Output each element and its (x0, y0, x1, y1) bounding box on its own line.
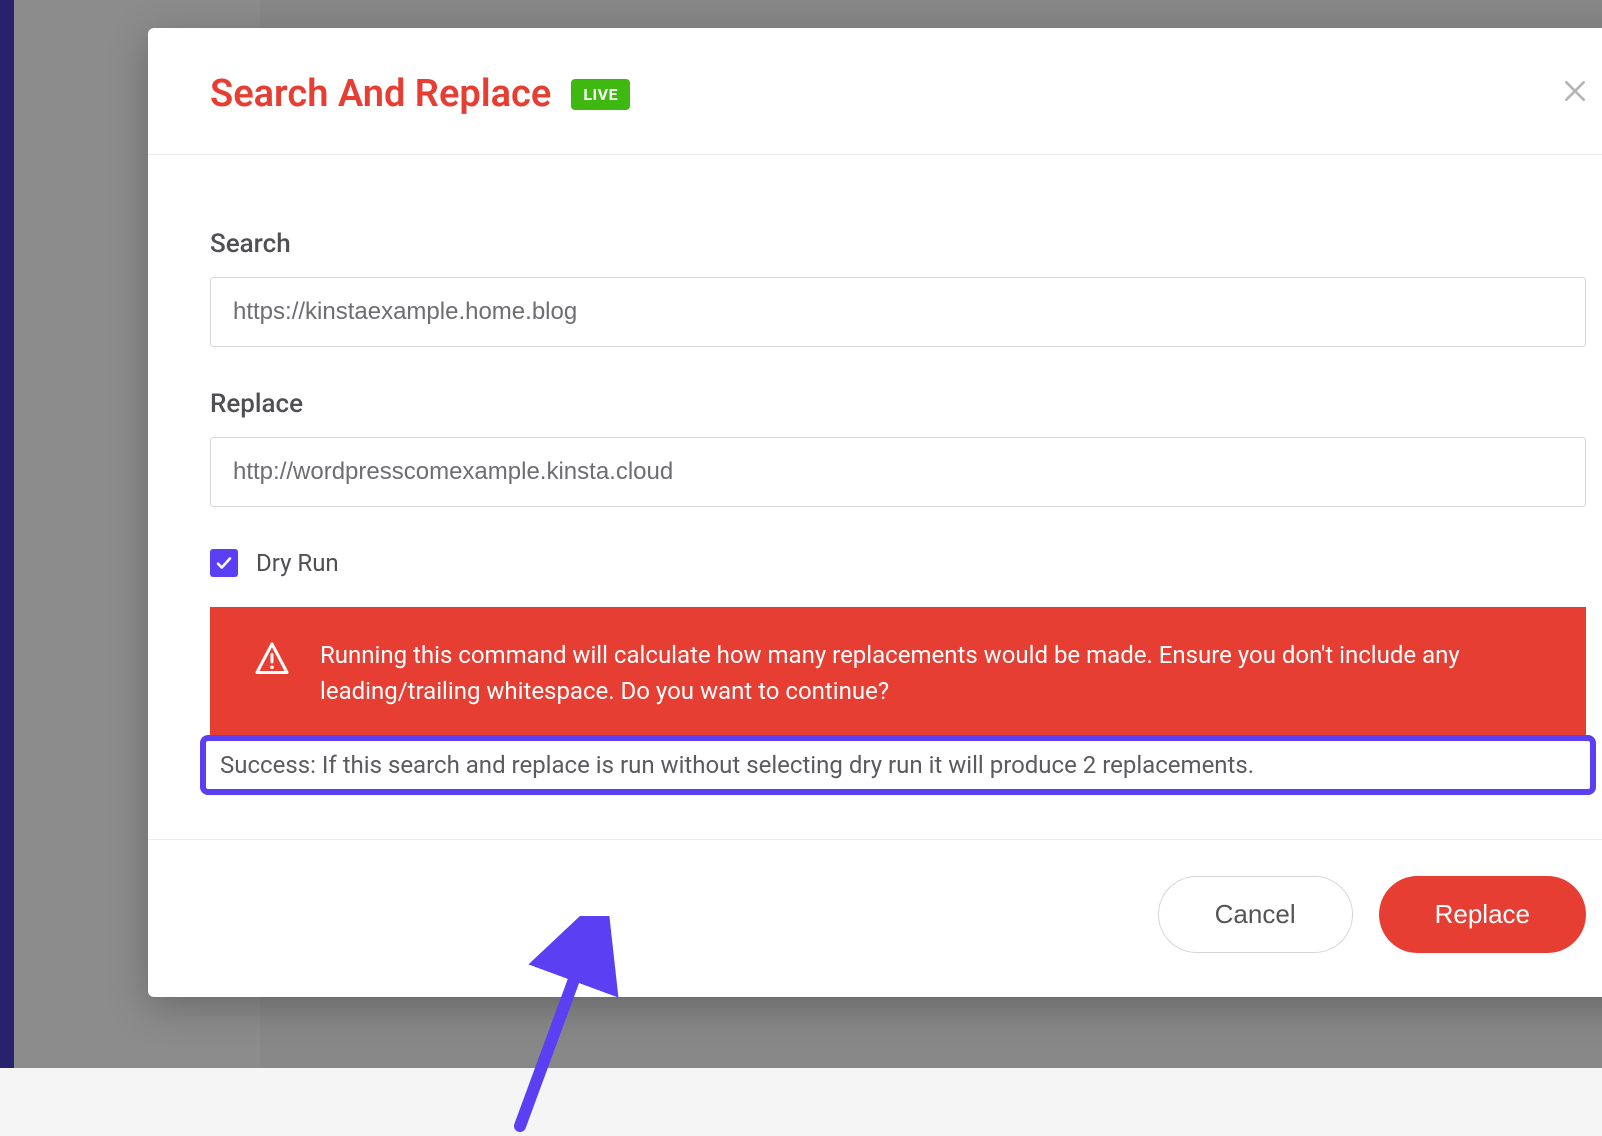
success-message: Success: If this search and replace is r… (220, 751, 1576, 779)
success-highlight: Success: If this search and replace is r… (200, 735, 1596, 795)
modal-header: Search And Replace LIVE (148, 28, 1602, 155)
dry-run-checkbox[interactable] (210, 549, 238, 577)
check-icon (215, 554, 233, 572)
modal-footer: Cancel Replace (148, 839, 1602, 997)
search-replace-modal: Search And Replace LIVE Search Replace D… (148, 28, 1602, 997)
modal-body: Search Replace Dry Run Runn (148, 155, 1602, 839)
warning-message: Running this command will calculate how … (320, 637, 1546, 709)
modal-title: Search And Replace (210, 72, 551, 116)
search-input[interactable] (210, 277, 1586, 347)
replace-label: Replace (210, 389, 1586, 419)
search-field-group: Search (210, 229, 1586, 347)
search-label: Search (210, 229, 1586, 259)
warning-icon (254, 641, 290, 687)
replace-input[interactable] (210, 437, 1586, 507)
dry-run-label: Dry Run (256, 549, 339, 577)
close-button[interactable] (1558, 74, 1592, 108)
warning-alert: Running this command will calculate how … (210, 607, 1586, 739)
replace-field-group: Replace (210, 389, 1586, 507)
replace-button[interactable]: Replace (1379, 876, 1586, 953)
live-badge: LIVE (571, 79, 630, 110)
close-icon (1562, 78, 1588, 104)
cancel-button[interactable]: Cancel (1158, 876, 1353, 953)
dry-run-row: Dry Run (210, 549, 1586, 577)
